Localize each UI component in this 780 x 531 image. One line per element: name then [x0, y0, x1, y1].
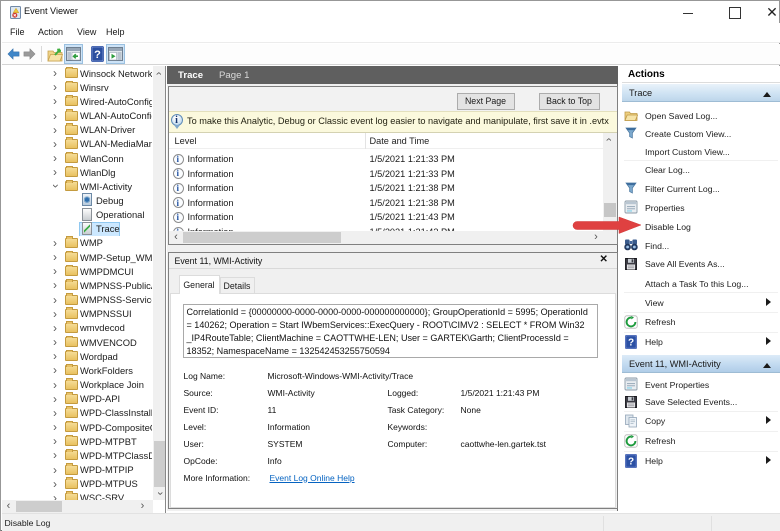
svg-text:?: ? — [628, 456, 634, 467]
svg-text:?: ? — [628, 337, 634, 348]
svg-text:?: ? — [94, 49, 101, 61]
